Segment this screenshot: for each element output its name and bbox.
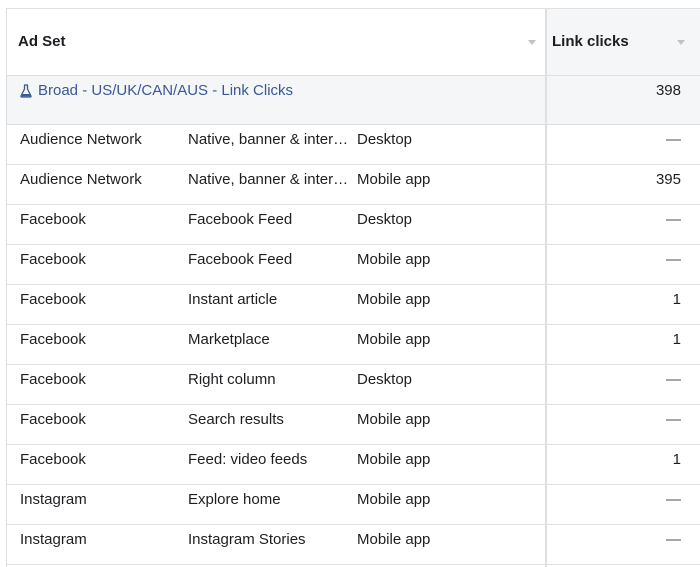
row-device: Desktop	[357, 131, 413, 148]
row-device: Mobile app	[357, 531, 431, 548]
row-device: Mobile app	[357, 251, 431, 268]
row-link-clicks: —	[666, 211, 681, 228]
row-link-clicks: —	[666, 531, 681, 548]
column-header-link-clicks[interactable]: Link clicks	[547, 9, 700, 75]
row-platform: Facebook	[20, 211, 86, 228]
row-platform: Facebook	[20, 411, 86, 428]
row-placement: Native, banner & interstitial	[188, 131, 353, 148]
table-row: Facebook Facebook Feed Desktop —	[7, 205, 700, 245]
row-platform: Audience Network	[20, 131, 142, 148]
table-row: Instagram Explore home Mobile app —	[7, 485, 700, 525]
row-device: Mobile app	[357, 171, 431, 188]
row-device: Desktop	[357, 371, 413, 388]
row-placement: Native, banner & interstitial	[188, 171, 353, 188]
row-link-clicks: —	[666, 251, 681, 268]
row-placement: Facebook Feed	[188, 211, 293, 228]
row-link-clicks: 1	[672, 331, 681, 348]
row-device: Mobile app	[357, 491, 431, 508]
ad-set-name: Broad - US/UK/CAN/AUS - Link Clicks	[38, 82, 294, 99]
column-header-adset-label: Ad Set	[18, 33, 66, 50]
chevron-down-icon[interactable]	[677, 40, 685, 45]
row-platform: Facebook	[20, 331, 86, 348]
table-row: Facebook Marketplace Mobile app 1	[7, 325, 700, 365]
breakdown-table: Ad Set Link clicks Broad - US/UK/CAN/AUS…	[0, 0, 700, 567]
row-link-clicks: —	[666, 371, 681, 388]
row-link-clicks: 1	[672, 451, 681, 468]
ad-set-link[interactable]: Broad - US/UK/CAN/AUS - Link Clicks	[20, 82, 293, 99]
row-device: Desktop	[357, 211, 413, 228]
table-row: Facebook Right column Desktop —	[7, 365, 700, 405]
row-link-clicks: 1	[672, 291, 681, 308]
summary-link-clicks: 398	[655, 82, 681, 99]
row-platform: Facebook	[20, 291, 86, 308]
row-platform: Facebook	[20, 251, 86, 268]
row-platform: Audience Network	[20, 171, 142, 188]
column-divider	[545, 8, 547, 567]
left-border	[6, 8, 7, 567]
row-placement: Instagram Stories	[188, 531, 306, 548]
chevron-down-icon[interactable]	[528, 40, 536, 45]
row-placement: Instant article	[188, 291, 278, 308]
row-platform: Facebook	[20, 371, 86, 388]
table-row: Audience Network Native, banner & interst…	[7, 125, 700, 165]
row-link-clicks: —	[666, 131, 681, 148]
row-link-clicks: —	[666, 411, 681, 428]
table-header: Ad Set Link clicks	[7, 8, 700, 76]
table-row: Facebook Search results Mobile app —	[7, 405, 700, 445]
row-placement: Facebook Feed	[188, 251, 293, 268]
row-device: Mobile app	[357, 451, 431, 468]
row-placement: Marketplace	[188, 331, 270, 348]
row-placement: Search results	[188, 411, 284, 428]
summary-row: Broad - US/UK/CAN/AUS - Link Clicks 398	[7, 76, 700, 125]
table-row: Facebook Instant article Mobile app 1	[7, 285, 700, 325]
row-platform: Facebook	[20, 451, 86, 468]
row-device: Mobile app	[357, 411, 431, 428]
row-platform: Instagram	[20, 491, 87, 508]
row-placement: Explore home	[188, 491, 281, 508]
row-device: Mobile app	[357, 331, 431, 348]
column-header-link-clicks-label: Link clicks	[552, 33, 629, 50]
row-device: Mobile app	[357, 291, 431, 308]
table-row: Instagram Instagram Stories Mobile app —	[7, 525, 700, 565]
row-placement: Feed: video feeds	[188, 451, 308, 468]
flask-icon	[20, 83, 32, 98]
column-header-adset[interactable]: Ad Set	[7, 9, 545, 75]
row-link-clicks: 395	[655, 171, 681, 188]
row-platform: Instagram	[20, 531, 87, 548]
row-placement: Right column	[188, 371, 276, 388]
row-link-clicks: —	[666, 491, 681, 508]
table-row: Audience Network Native, banner & interst…	[7, 165, 700, 205]
table-row: Facebook Feed: video feeds Mobile app 1	[7, 445, 700, 485]
table-row: Facebook Facebook Feed Mobile app —	[7, 245, 700, 285]
